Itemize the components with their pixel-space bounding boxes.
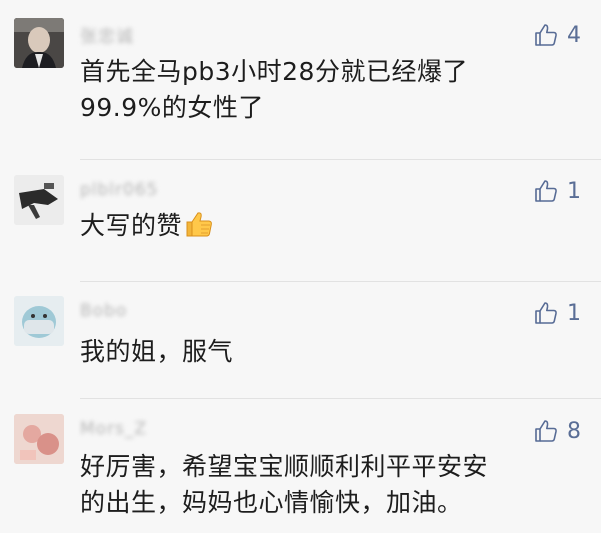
thumbs-up-outline-icon xyxy=(535,302,557,324)
thumbs-up-emoji xyxy=(186,212,212,237)
comment-text: 大写的赞 xyxy=(80,208,579,244)
comment-line: 好厉害，希望宝宝顺顺利利平平安安 xyxy=(80,452,489,481)
like-count: 1 xyxy=(567,300,581,326)
like-count: 4 xyxy=(567,22,581,48)
comment-text: 好厉害，希望宝宝顺顺利利平平安安 的出生，妈妈也心情愉快，加油。 xyxy=(80,449,579,521)
commenter-name[interactable]: 张忠诚 xyxy=(80,22,134,47)
comment-text: 首先全马pb3小时28分就已经爆了 99.9%的女性了 xyxy=(80,54,579,126)
like-button[interactable]: 1 xyxy=(533,298,581,328)
like-button[interactable]: 1 xyxy=(533,176,581,206)
comment-item: 张忠诚 4 首先全马pb3小时28分就已经爆了 99.9%的女性了 xyxy=(0,0,601,160)
like-count: 1 xyxy=(567,178,581,204)
like-button[interactable]: 8 xyxy=(533,416,581,446)
commenter-name[interactable]: Bobo xyxy=(80,301,127,321)
comment-item: plblr065 1 大写的赞 xyxy=(0,160,601,282)
thumbs-up-outline-icon xyxy=(535,420,557,442)
comment-item: Mors_Z 8 好厉害，希望宝宝顺顺利利平平安安 的出生，妈妈也心情愉快，加油… xyxy=(0,399,601,533)
comment-line: 我的姐，服气 xyxy=(80,337,234,366)
comment-text: 我的姐，服气 xyxy=(80,334,579,370)
bird-avatar[interactable] xyxy=(14,175,64,225)
comment-line: 大写的赞 xyxy=(80,211,183,240)
pink-avatar[interactable] xyxy=(14,414,64,464)
like-button[interactable]: 4 xyxy=(533,20,581,50)
thumbs-up-outline-icon xyxy=(535,24,557,46)
masked-face-avatar[interactable] xyxy=(14,296,64,346)
comment-item: Bobo 1 我的姐，服气 xyxy=(0,282,601,399)
thumbs-up-outline-icon xyxy=(535,180,557,202)
like-count: 8 xyxy=(567,418,581,444)
comment-line: 99.9%的女性了 xyxy=(80,93,264,122)
portrait-avatar[interactable] xyxy=(14,18,64,68)
commenter-name[interactable]: plblr065 xyxy=(80,180,158,200)
commenter-name[interactable]: Mors_Z xyxy=(80,419,147,439)
comment-line: 首先全马pb3小时28分就已经爆了 xyxy=(80,57,468,86)
comment-line: 的出生，妈妈也心情愉快，加油。 xyxy=(80,488,463,517)
